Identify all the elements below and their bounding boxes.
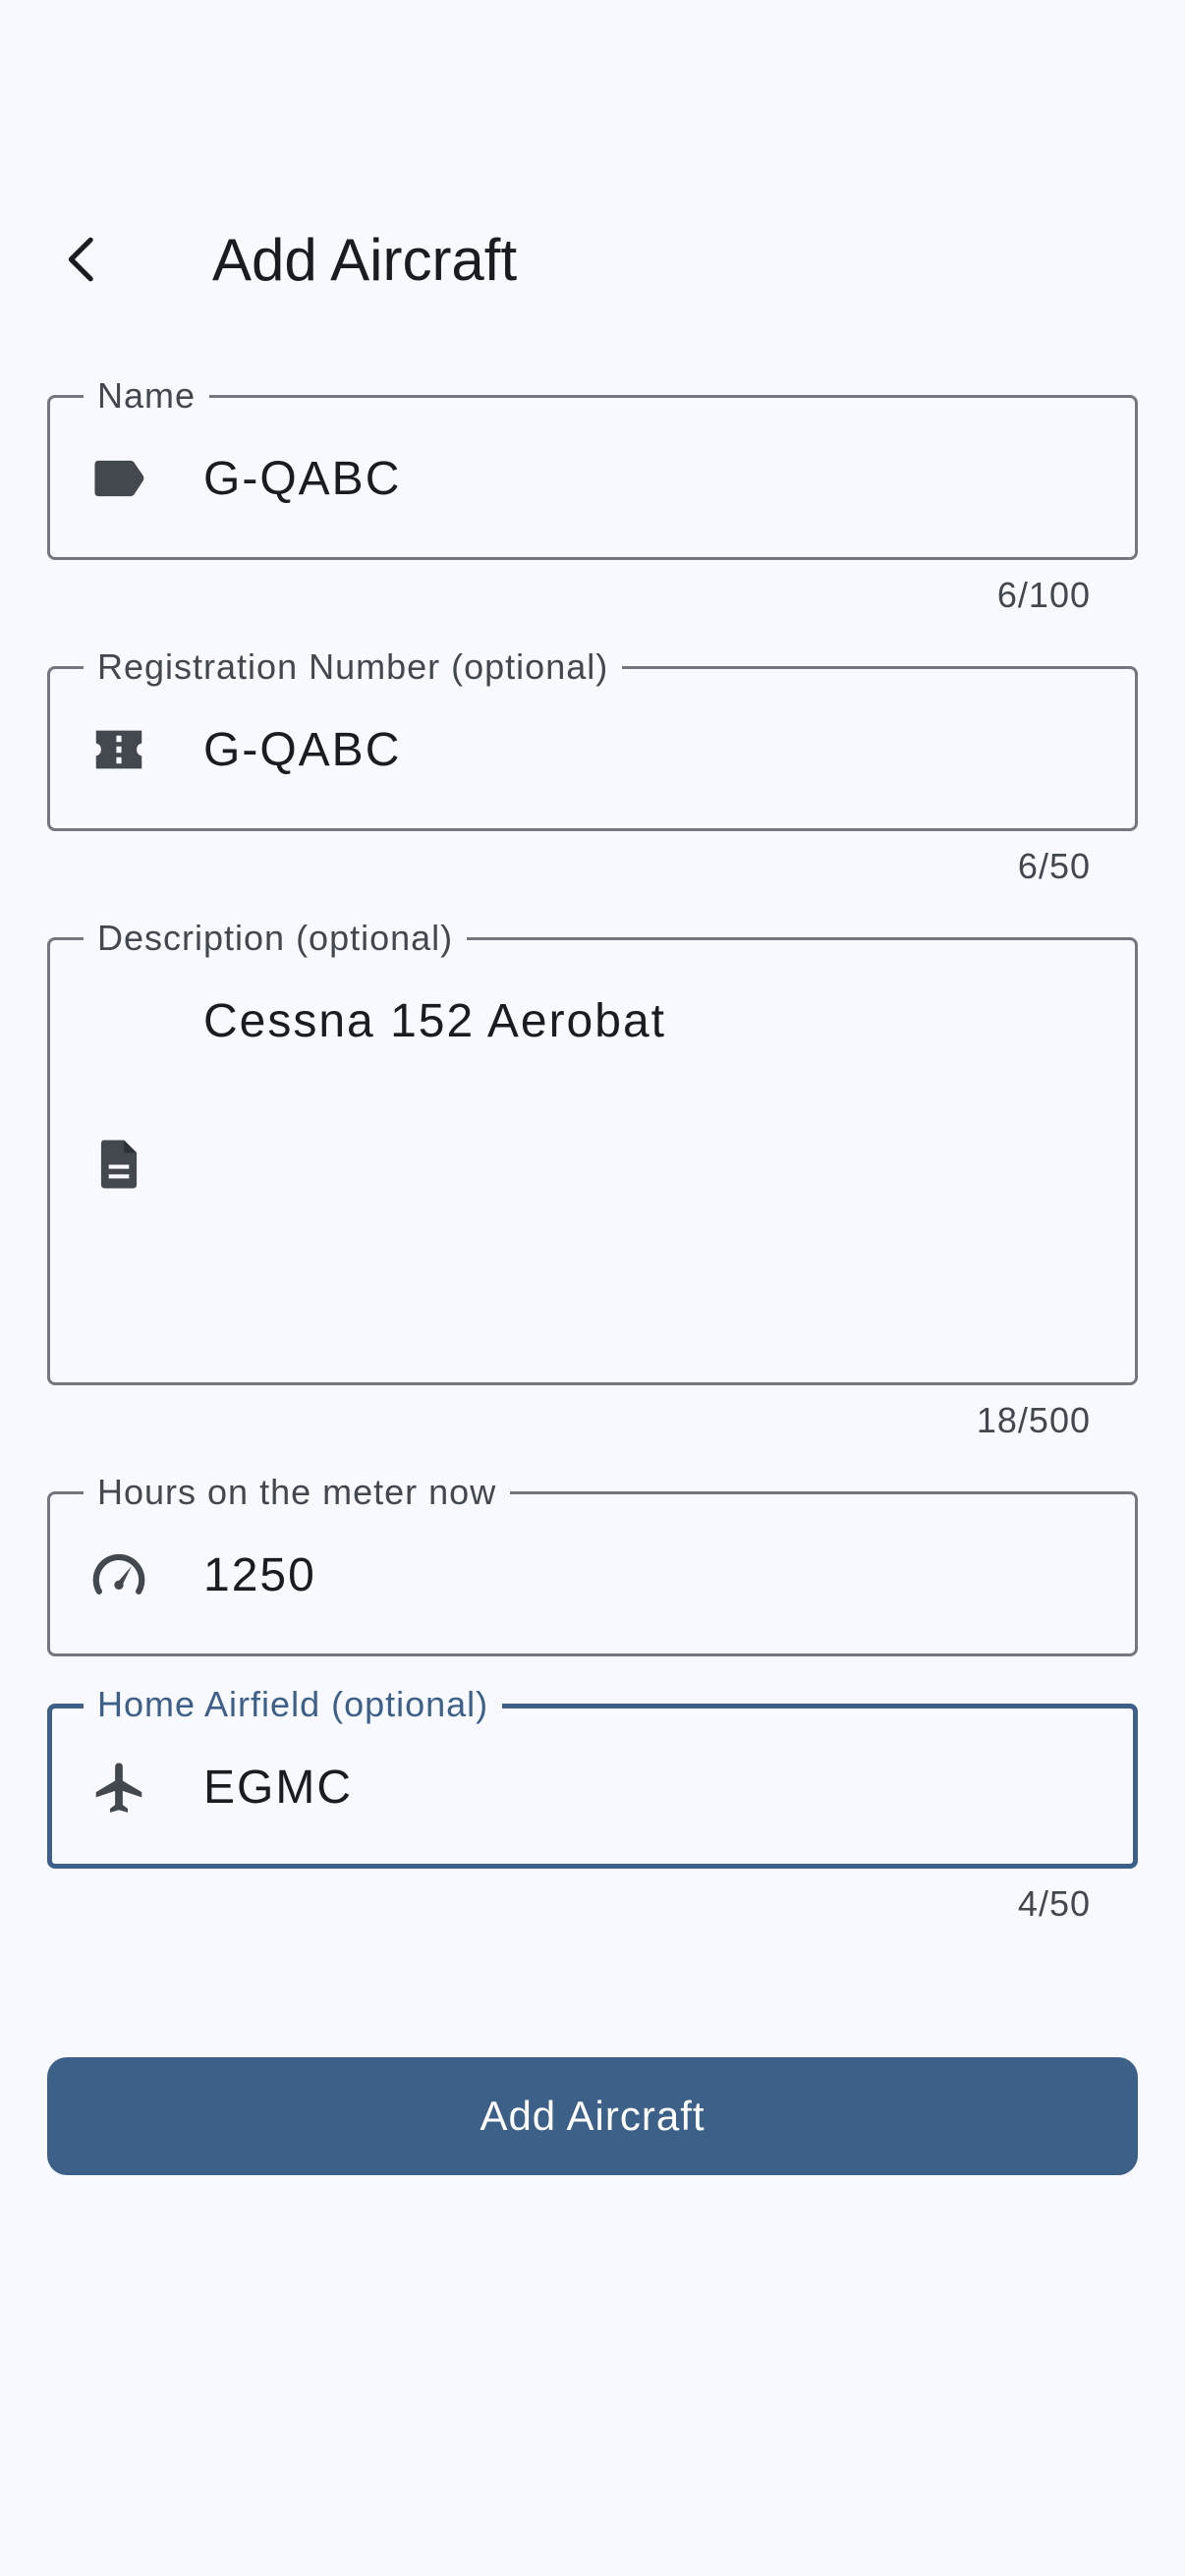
name-counter: 6/100 [996,575,1091,615]
home-airfield-field[interactable]: Home Airfield (optional) EGMC [47,1683,1138,1869]
ticket-icon [87,718,150,781]
airplane-icon [87,1756,150,1819]
name-field-label: Name [84,374,210,418]
registration-counter: 6/50 [1017,846,1091,886]
home-airfield-input[interactable]: EGMC [203,1760,353,1817]
description-input[interactable]: Cessna 152 Aerobat [203,993,666,1050]
name-input[interactable]: G-QABC [203,451,401,508]
app-bar: Add Aircraft [0,196,1185,334]
label-icon [87,447,150,510]
chevron-left-icon [68,237,93,282]
description-field-label: Description (optional) [84,917,468,960]
add-aircraft-button[interactable]: Add Aircraft [47,2057,1138,2175]
registration-field-label: Registration Number (optional) [84,645,623,689]
description-field[interactable]: Description (optional) Cessna 152 Aeroba… [47,917,1138,1385]
description-counter: 18/500 [976,1400,1091,1440]
registration-input[interactable]: G-QABC [203,722,401,779]
page-title: Add Aircraft [212,227,518,293]
name-field[interactable]: Name G-QABC [47,374,1138,560]
home-airfield-field-label: Home Airfield (optional) [84,1683,503,1726]
back-button[interactable] [39,216,126,303]
hours-input[interactable]: 1250 [203,1547,316,1604]
registration-field[interactable]: Registration Number (optional) G-QABC [47,645,1138,831]
hours-field[interactable]: Hours on the meter now 1250 [47,1471,1138,1656]
speedometer-icon [87,1543,150,1606]
document-icon [87,1133,150,1196]
hours-field-label: Hours on the meter now [84,1471,511,1514]
home-airfield-counter: 4/50 [1017,1883,1091,1924]
